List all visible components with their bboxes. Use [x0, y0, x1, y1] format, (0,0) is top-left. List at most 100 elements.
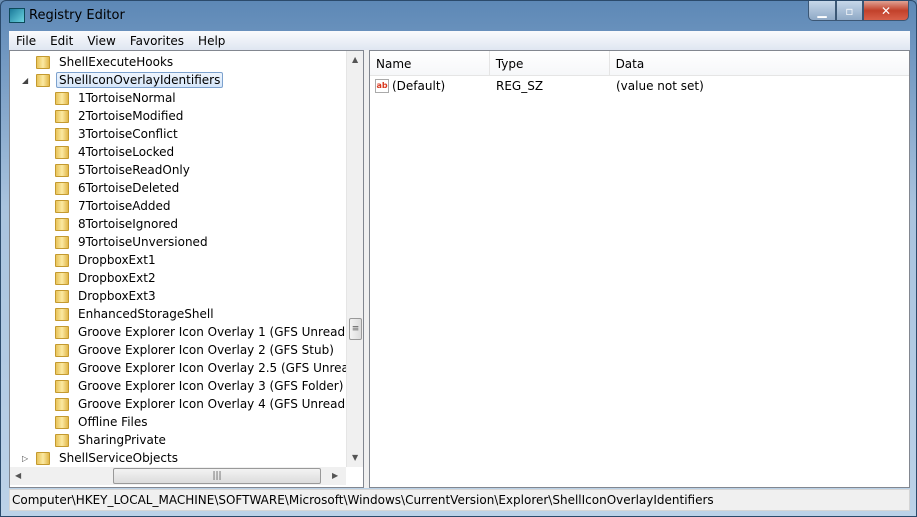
expander-icon[interactable]: ◢	[22, 76, 36, 85]
column-type[interactable]: Type	[490, 51, 610, 75]
folder-icon	[36, 73, 50, 87]
tree-item-label: DropboxExt2	[78, 271, 156, 285]
tree-item-label: ShellExecuteHooks	[59, 55, 174, 69]
tree-item[interactable]: 7TortoiseAdded	[41, 197, 173, 215]
tree-item[interactable]: Groove Explorer Icon Overlay 2 (GFS Stub…	[41, 341, 337, 359]
tree-item[interactable]: Groove Explorer Icon Overlay 4 (GFS Unre…	[41, 395, 346, 413]
key-tree[interactable]: ShellExecuteHooks ◢ ShellIconOverlayIdenti…	[9, 50, 364, 488]
tree-rows: ShellExecuteHooks ◢ ShellIconOverlayIdenti…	[10, 53, 346, 467]
tree-item-label: 2TortoiseModified	[78, 109, 184, 123]
value-row[interactable]: ab (Default) REG_SZ (value not set)	[370, 77, 909, 95]
tree-item[interactable]: 5TortoiseReadOnly	[41, 161, 193, 179]
tree-item[interactable]: SharingPrivate	[41, 431, 169, 449]
registry-editor-icon	[9, 8, 25, 23]
menu-help[interactable]: Help	[191, 34, 232, 48]
maximize-button[interactable]: ▫	[836, 1, 863, 21]
tree-item[interactable]: 8TortoiseIgnored	[41, 215, 181, 233]
folder-icon	[55, 181, 69, 195]
tree-item-label: Groove Explorer Icon Overlay 2 (GFS Stub…	[78, 343, 334, 357]
tree-item-label: Groove Explorer Icon Overlay 2.5 (GFS Un…	[78, 361, 346, 375]
minimize-button[interactable]: ▁	[808, 1, 836, 21]
folder-icon	[36, 55, 50, 69]
folder-icon	[55, 253, 69, 267]
tree-item[interactable]: ▷ ShellServiceObjects	[22, 449, 181, 467]
scroll-left-arrow-icon[interactable]: ◀	[15, 471, 21, 480]
tree-item-label: 7TortoiseAdded	[78, 199, 171, 213]
folder-icon	[55, 307, 69, 321]
folder-icon	[55, 127, 69, 141]
folder-icon	[55, 109, 69, 123]
window-title: Registry Editor	[29, 8, 125, 23]
menu-view[interactable]: View	[80, 34, 122, 48]
tree-item[interactable]: DropboxExt1	[41, 251, 159, 269]
folder-icon	[55, 433, 69, 447]
tree-item-label: ShellIconOverlayIdentifiers	[56, 72, 224, 88]
folder-icon	[55, 199, 69, 213]
tree-item-label: 5TortoiseReadOnly	[78, 163, 190, 177]
tree-item-label: 6TortoiseDeleted	[78, 181, 180, 195]
horizontal-scroll-thumb[interactable]: |||	[113, 468, 321, 484]
tree-item[interactable]: Offline Files	[41, 413, 151, 431]
folder-icon	[36, 451, 50, 465]
scroll-right-arrow-icon[interactable]: ▶	[332, 471, 338, 480]
tree-item-label: 4TortoiseLocked	[78, 145, 175, 159]
tree-item[interactable]: Groove Explorer Icon Overlay 1 (GFS Unre…	[41, 323, 346, 341]
tree-item[interactable]: 9TortoiseUnversioned	[41, 233, 211, 251]
folder-icon	[55, 145, 69, 159]
tree-item[interactable]: 6TortoiseDeleted	[41, 179, 182, 197]
tree-item[interactable]: Groove Explorer Icon Overlay 2.5 (GFS Un…	[41, 359, 346, 377]
tree-item[interactable]: DropboxExt2	[41, 269, 159, 287]
menu-edit[interactable]: Edit	[43, 34, 80, 48]
column-data[interactable]: Data	[610, 51, 909, 75]
value-data: (value not set)	[616, 79, 704, 93]
tree-item-label: EnhancedStorageShell	[78, 307, 214, 321]
menu-file[interactable]: File	[9, 34, 43, 48]
string-value-icon: ab	[375, 79, 389, 93]
folder-icon	[55, 397, 69, 411]
scroll-up-arrow-icon[interactable]: ▲	[352, 55, 358, 64]
folder-icon	[55, 289, 69, 303]
tree-item[interactable]: 2TortoiseModified	[41, 107, 186, 125]
tree-item[interactable]: 1TortoiseNormal	[41, 89, 179, 107]
horizontal-scrollbar[interactable]: ◀ ||| ▶	[10, 467, 346, 485]
vertical-scrollbar[interactable]: ▲ ≡ ▼	[346, 51, 363, 467]
list-header: Name Type Data	[370, 51, 909, 76]
tree-item-label: 9TortoiseUnversioned	[78, 235, 208, 249]
menu-favorites[interactable]: Favorites	[123, 34, 191, 48]
value-name: (Default)	[392, 79, 446, 93]
tree-item-label: DropboxExt3	[78, 289, 156, 303]
tree-item-label: 1TortoiseNormal	[78, 91, 176, 105]
folder-icon	[55, 379, 69, 393]
folder-icon	[55, 163, 69, 177]
tree-item[interactable]: DropboxExt3	[41, 287, 159, 305]
vertical-scroll-thumb[interactable]: ≡	[349, 318, 362, 340]
tree-item[interactable]: ◢ ShellIconOverlayIdentifiers	[22, 71, 224, 89]
tree-item[interactable]: 4TortoiseLocked	[41, 143, 177, 161]
scroll-down-arrow-icon[interactable]: ▼	[352, 453, 358, 462]
close-button[interactable]: ✕	[863, 1, 909, 21]
folder-icon	[55, 343, 69, 357]
folder-icon	[55, 271, 69, 285]
tree-item[interactable]: Groove Explorer Icon Overlay 3 (GFS Fold…	[41, 377, 346, 395]
tree-item-label: DropboxExt1	[78, 253, 156, 267]
tree-item-label: Offline Files	[78, 415, 148, 429]
folder-icon	[55, 217, 69, 231]
tree-item-label: Groove Explorer Icon Overlay 3 (GFS Fold…	[78, 379, 344, 393]
tree-item-label: ShellServiceObjects	[59, 451, 178, 465]
tree-item-label: Groove Explorer Icon Overlay 4 (GFS Unre…	[78, 397, 346, 411]
column-name[interactable]: Name	[370, 51, 490, 75]
values-list[interactable]: Name Type Data ab (Default) REG_SZ (value…	[369, 50, 910, 488]
tree-item[interactable]: ShellExecuteHooks	[22, 53, 176, 71]
tree-item[interactable]: EnhancedStorageShell	[41, 305, 217, 323]
value-type: REG_SZ	[496, 79, 544, 93]
menu-bar: File Edit View Favorites Help	[9, 31, 910, 50]
folder-icon	[55, 91, 69, 105]
tree-item-label: Groove Explorer Icon Overlay 1 (GFS Unre…	[78, 325, 346, 339]
expander-icon[interactable]: ▷	[22, 454, 36, 463]
tree-item-label: SharingPrivate	[78, 433, 166, 447]
folder-icon	[55, 361, 69, 375]
content-area: ShellExecuteHooks ◢ ShellIconOverlayIdenti…	[9, 50, 910, 488]
tree-item-label: 8TortoiseIgnored	[78, 217, 178, 231]
tree-item[interactable]: 3TortoiseConflict	[41, 125, 181, 143]
registry-editor-window: Registry Editor ▁ ▫ ✕ File Edit View Fav…	[0, 0, 917, 517]
